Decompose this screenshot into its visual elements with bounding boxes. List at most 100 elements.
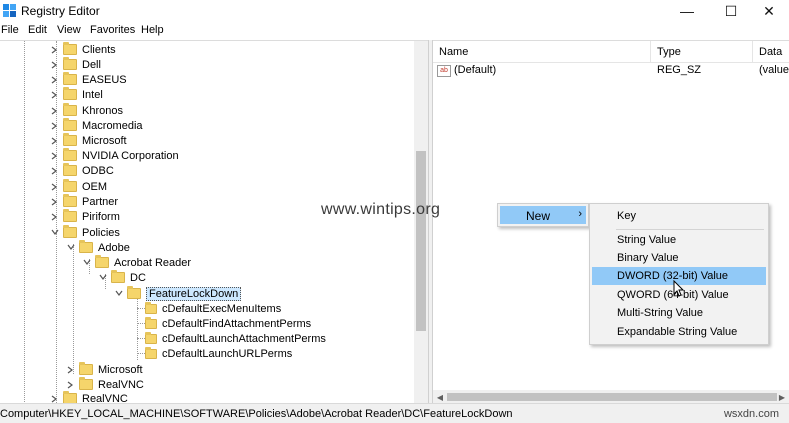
chevron-right-icon[interactable]: [50, 166, 59, 175]
menu-item-label: Expandable String Value: [617, 326, 738, 338]
folder-icon: [63, 163, 77, 176]
tree-node-label: cDefaultFindAttachmentPerms: [162, 317, 312, 330]
tree-node[interactable]: cDefaultExecMenuItems: [145, 301, 281, 316]
tree-node[interactable]: Clients: [50, 42, 116, 57]
tree-node[interactable]: RealVNC: [66, 377, 144, 392]
chevron-down-icon[interactable]: [82, 258, 91, 267]
chevron-right-icon[interactable]: [50, 136, 59, 145]
tree-node-label: Microsoft: [98, 363, 143, 376]
tree-node[interactable]: cDefaultFindAttachmentPerms: [145, 316, 311, 331]
menu-help[interactable]: Help: [141, 24, 164, 36]
folder-icon: [63, 179, 77, 192]
folder-icon: [145, 346, 157, 359]
tree-node-adobe[interactable]: Adobe: [66, 240, 130, 255]
chevron-right-icon[interactable]: [50, 212, 59, 221]
minimize-button[interactable]: —: [665, 0, 709, 22]
tree-node-label: cDefaultLaunchAttachmentPerms: [162, 332, 326, 345]
tree-node[interactable]: cDefaultLaunchURLPerms: [145, 346, 292, 361]
close-button[interactable]: ✕: [747, 0, 789, 22]
tree-node-acrobat-reader[interactable]: Acrobat Reader: [82, 255, 191, 270]
tree-node-label: ODBC: [82, 164, 114, 177]
tree-node-label: Macromedia: [82, 119, 143, 132]
folder-icon: [145, 331, 157, 344]
list-horizontal-scrollbar[interactable]: ◀ ▶: [433, 390, 789, 404]
chevron-right-icon[interactable]: [50, 197, 59, 206]
menu-file[interactable]: File: [1, 24, 19, 36]
tree-node-policies[interactable]: Policies: [50, 225, 120, 240]
scrollbar-thumb[interactable]: [416, 151, 426, 331]
chevron-right-icon[interactable]: [66, 380, 75, 389]
registry-editor-icon: [3, 4, 16, 17]
menu-item-binary-value[interactable]: Binary Value: [592, 249, 766, 267]
site-watermark: wsxdn.com: [723, 408, 779, 420]
tree-node-label: cDefaultLaunchURLPerms: [162, 347, 293, 360]
scroll-right-icon[interactable]: ▶: [775, 390, 789, 404]
chevron-right-icon[interactable]: [50, 60, 59, 69]
column-header-type[interactable]: Type: [651, 41, 753, 63]
tree-node-label: RealVNC: [82, 392, 128, 404]
scroll-left-icon[interactable]: ◀: [433, 390, 447, 404]
menu-item-new[interactable]: New ›: [500, 206, 586, 224]
tree-node[interactable]: cDefaultLaunchAttachmentPerms: [145, 331, 326, 346]
chevron-right-icon[interactable]: [50, 75, 59, 84]
chevron-right-icon[interactable]: [50, 394, 59, 403]
menu-item-multi-string-value[interactable]: Multi-String Value: [592, 304, 766, 322]
scrollbar-thumb[interactable]: [447, 393, 777, 401]
column-header-data[interactable]: Data: [753, 41, 789, 63]
menu-item-label: Key: [617, 210, 636, 222]
tree-node-label: Acrobat Reader: [114, 256, 192, 269]
tree-node[interactable]: Khronos: [50, 103, 123, 118]
tree-node-label: Microsoft: [82, 134, 127, 147]
tree-node-label: FeatureLockDown: [146, 286, 242, 301]
chevron-right-icon[interactable]: [50, 90, 59, 99]
menu-favorites[interactable]: Favorites: [90, 24, 135, 36]
tree-node[interactable]: Microsoft: [66, 362, 143, 377]
tree-node[interactable]: EASEUS: [50, 72, 127, 87]
title-bar: Registry Editor — ☐ ✕: [0, 0, 789, 22]
folder-icon: [63, 42, 77, 55]
chevron-down-icon[interactable]: [98, 273, 107, 282]
tree-node-label: Partner: [82, 195, 119, 208]
menu-edit[interactable]: Edit: [28, 24, 47, 36]
tree-node-dc[interactable]: DC: [98, 270, 146, 285]
tree-node[interactable]: OEM: [50, 179, 107, 194]
list-header: Name Type Data: [433, 41, 789, 63]
menu-item-expandable-string-value[interactable]: Expandable String Value: [592, 323, 766, 341]
chevron-right-icon[interactable]: [50, 151, 59, 160]
tree-vertical-scrollbar[interactable]: [414, 41, 428, 403]
chevron-down-icon[interactable]: [114, 289, 123, 298]
menu-item-label: New: [526, 209, 551, 223]
chevron-down-icon[interactable]: [66, 243, 75, 252]
folder-icon: [63, 194, 77, 207]
tree-node-featurelockdown[interactable]: FeatureLockDown: [114, 286, 242, 301]
tree-node[interactable]: ODBC: [50, 163, 114, 178]
tree-node[interactable]: Macromedia: [50, 118, 143, 133]
folder-icon: [63, 133, 77, 146]
chevron-right-icon[interactable]: [50, 106, 59, 115]
new-submenu: Key String Value Binary Value DWORD (32-…: [589, 203, 769, 345]
tree-node[interactable]: Partner: [50, 194, 118, 209]
chevron-right-icon[interactable]: [50, 182, 59, 191]
registry-path: Computer\HKEY_LOCAL_MACHINE\SOFTWARE\Pol…: [0, 408, 513, 420]
menu-item-string-value[interactable]: String Value: [592, 231, 766, 249]
menu-item-key[interactable]: Key: [592, 207, 766, 225]
tree-node[interactable]: Dell: [50, 57, 101, 72]
window-title: Registry Editor: [21, 4, 100, 18]
menu-view[interactable]: View: [57, 24, 81, 36]
column-header-name[interactable]: Name: [433, 41, 651, 63]
tree-node-label: Adobe: [98, 241, 130, 254]
chevron-right-icon[interactable]: [66, 365, 75, 374]
tree-node[interactable]: NVIDIA Corporation: [50, 148, 179, 163]
tree-node[interactable]: Microsoft: [50, 133, 127, 148]
tree-node[interactable]: Intel: [50, 87, 103, 102]
tree-node-label: DC: [130, 271, 146, 284]
tree-node[interactable]: RealVNC: [50, 391, 128, 403]
chevron-down-icon[interactable]: [50, 228, 59, 237]
tree-node[interactable]: Piriform: [50, 209, 120, 224]
chevron-right-icon[interactable]: [50, 121, 59, 130]
folder-icon: [79, 377, 93, 390]
chevron-right-icon[interactable]: [50, 45, 59, 54]
list-row[interactable]: ab (Default) REG_SZ (value: [433, 63, 789, 79]
registry-tree[interactable]: Clients Dell EASEUS Intel Khronos Macrom…: [0, 40, 428, 403]
tree-node-label: cDefaultExecMenuItems: [162, 302, 282, 315]
